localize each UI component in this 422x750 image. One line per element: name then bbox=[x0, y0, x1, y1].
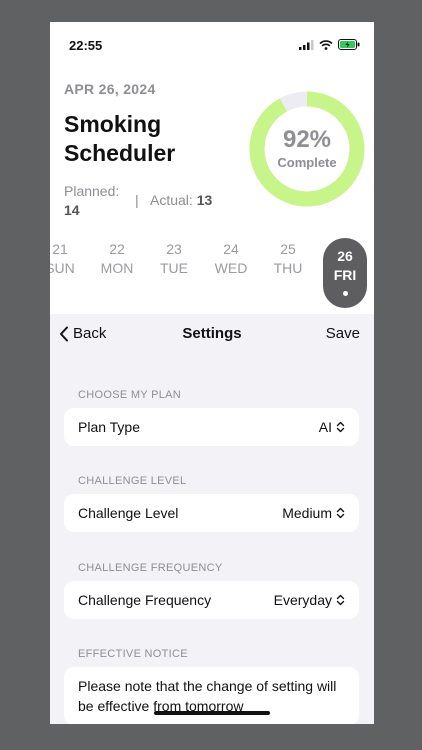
day-number: 23 bbox=[166, 241, 182, 257]
day-name: FRI bbox=[333, 267, 357, 283]
home-indicator[interactable] bbox=[154, 711, 270, 715]
progress-percent: 92% bbox=[282, 126, 332, 153]
challenge-frequency-card: Challenge Frequency Everyday bbox=[64, 581, 359, 619]
notice-section-header: EFFECTIVE NOTICE bbox=[78, 648, 188, 660]
battery-icon bbox=[338, 39, 360, 50]
status-bar: 22:55 bbox=[50, 22, 374, 68]
planned-stat: Planned: 14 bbox=[64, 182, 144, 220]
status-time: 22:55 bbox=[69, 38, 103, 53]
chevron-updown-icon bbox=[336, 421, 345, 433]
progress-label: Complete bbox=[277, 155, 337, 170]
settings-sheet: Back Settings Save CHOOSE MY PLAN Plan T… bbox=[50, 314, 374, 724]
challenge-frequency-value: Everyday bbox=[273, 592, 332, 608]
day-sun[interactable]: 21 SUN bbox=[50, 240, 82, 278]
current-date: APR 26, 2024 bbox=[64, 81, 156, 97]
day-fri[interactable]: 26 FRI bbox=[323, 238, 367, 308]
planned-label: Planned: bbox=[64, 183, 120, 199]
day-number: 22 bbox=[109, 241, 125, 257]
challenge-level-value: Medium bbox=[282, 505, 332, 521]
app-title: Smoking Scheduler bbox=[64, 111, 176, 166]
phone-screen: 22:55 APR 26, 2024 Smoking Scheduler Pla… bbox=[50, 22, 374, 724]
status-icons bbox=[299, 39, 360, 50]
save-button[interactable]: Save bbox=[326, 325, 360, 342]
chevron-updown-icon bbox=[336, 594, 345, 606]
plan-type-label: Plan Type bbox=[78, 419, 141, 435]
challenge-frequency-row[interactable]: Challenge Frequency Everyday bbox=[64, 581, 359, 619]
chevron-updown-icon bbox=[336, 507, 345, 519]
challenge-level-card: Challenge Level Medium bbox=[64, 494, 359, 532]
frequency-section-header: CHALLENGE FREQUENCY bbox=[78, 562, 223, 574]
challenge-frequency-picker[interactable]: Everyday bbox=[274, 592, 345, 608]
selected-day-dot bbox=[342, 291, 348, 296]
actual-value: 13 bbox=[196, 192, 213, 208]
day-name: TUE bbox=[160, 260, 188, 276]
day-name: SUN bbox=[50, 260, 75, 276]
day-number: 25 bbox=[280, 241, 296, 257]
plan-type-card: Plan Type AI bbox=[64, 408, 359, 446]
notice-card: Please note that the change of setting w… bbox=[64, 667, 359, 724]
day-number: 26 bbox=[337, 248, 353, 264]
plan-type-picker[interactable]: AI bbox=[319, 419, 345, 435]
wifi-icon bbox=[319, 39, 333, 50]
day-number: 24 bbox=[223, 241, 239, 257]
challenge-frequency-label: Challenge Frequency bbox=[78, 592, 212, 608]
progress-ring: 92% Complete bbox=[248, 90, 366, 208]
actual-stat: Actual: 13 bbox=[150, 192, 212, 208]
day-tue[interactable]: 23 TUE bbox=[152, 240, 196, 278]
challenge-level-row[interactable]: Challenge Level Medium bbox=[64, 494, 359, 532]
plan-type-row[interactable]: Plan Type AI bbox=[64, 408, 359, 446]
level-section-header: CHALLENGE LEVEL bbox=[78, 475, 187, 487]
challenge-level-picker[interactable]: Medium bbox=[282, 505, 345, 521]
actual-label: Actual: bbox=[150, 192, 193, 208]
planned-value: 14 bbox=[64, 202, 80, 218]
day-thu[interactable]: 25 THU bbox=[266, 240, 310, 278]
day-number: 21 bbox=[52, 241, 68, 257]
plan-type-value: AI bbox=[318, 419, 332, 435]
settings-nav-bar: Back Settings Save bbox=[50, 314, 374, 354]
day-mon[interactable]: 22 MON bbox=[95, 240, 139, 278]
plan-section-header: CHOOSE MY PLAN bbox=[78, 389, 182, 401]
stats-separator: | bbox=[135, 192, 139, 208]
challenge-level-label: Challenge Level bbox=[78, 505, 179, 521]
day-name: THU bbox=[273, 260, 303, 276]
day-name: MON bbox=[100, 260, 134, 276]
day-name: WED bbox=[214, 260, 248, 276]
day-wed[interactable]: 24 WED bbox=[209, 240, 253, 278]
notice-text: Please note that the change of setting w… bbox=[78, 678, 337, 714]
day-selector: 21 SUN 22 MON 23 TUE 24 WED 25 THU 26 FRI bbox=[50, 238, 374, 312]
signal-icon bbox=[299, 39, 314, 50]
